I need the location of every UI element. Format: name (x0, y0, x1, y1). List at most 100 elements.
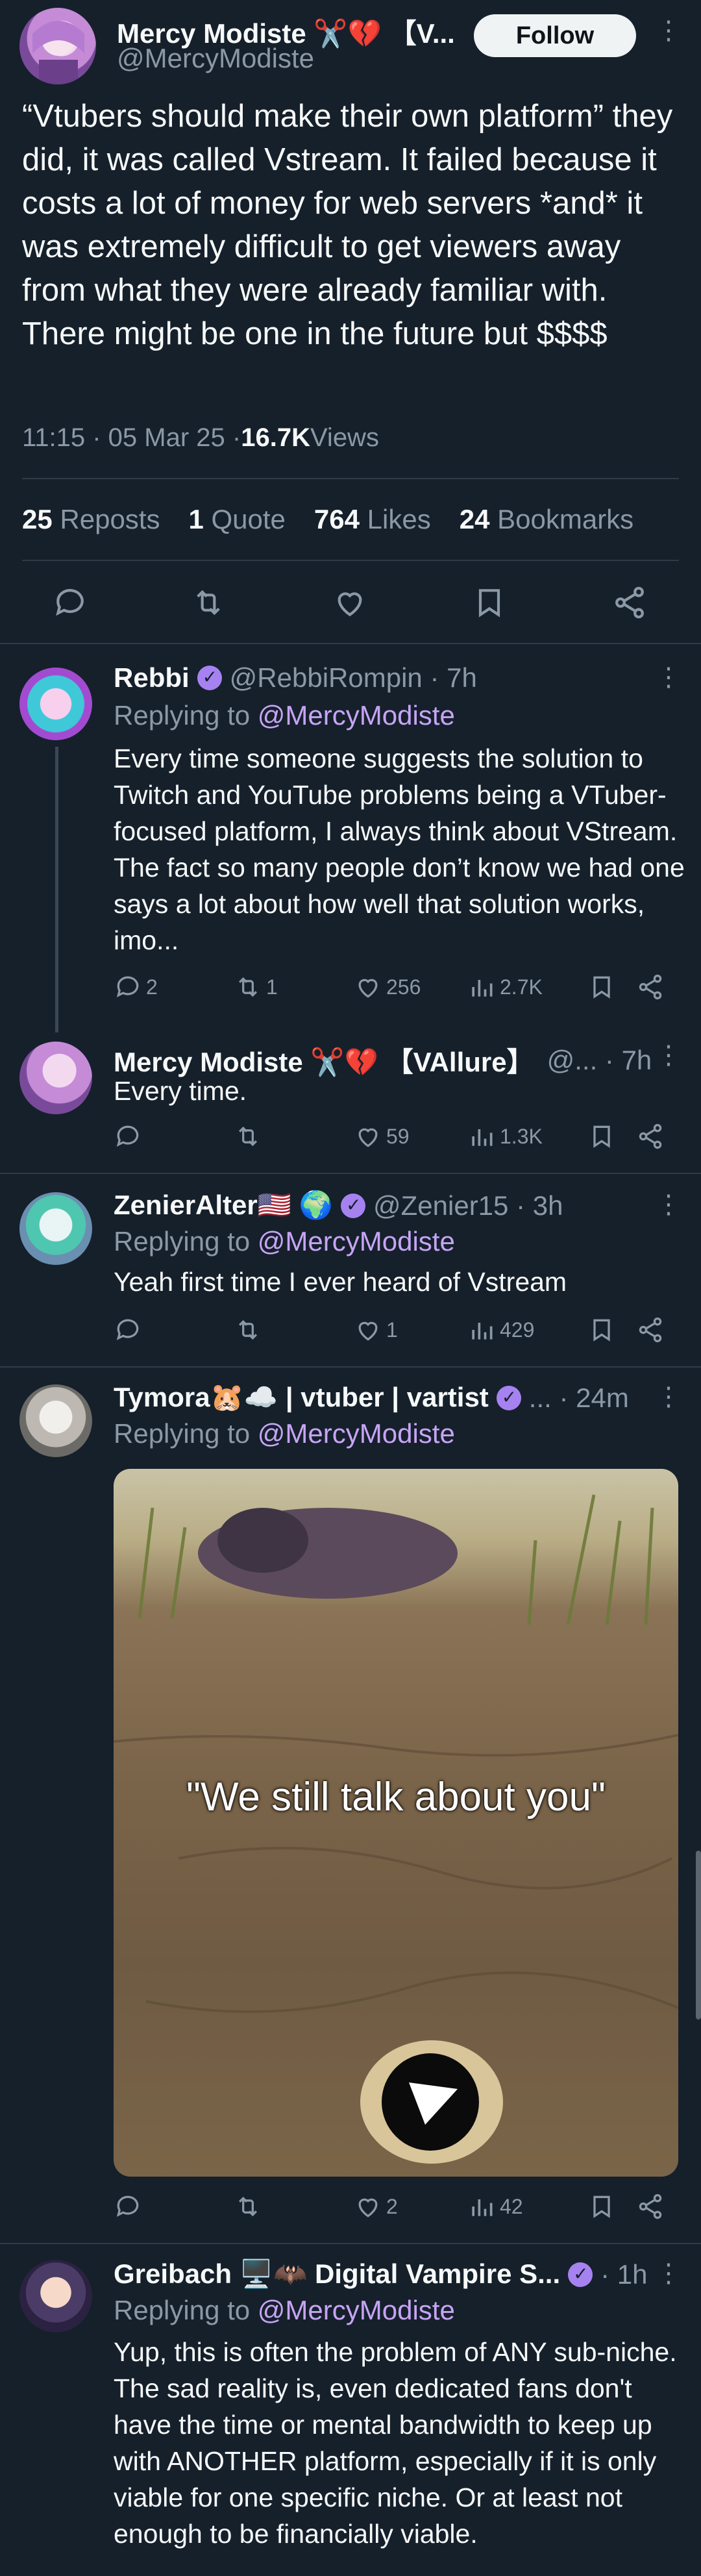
more-options-icon[interactable]: ⋮ (656, 1190, 682, 1219)
share-icon[interactable] (636, 1316, 665, 1344)
more-options-icon[interactable]: ⋮ (656, 1040, 682, 1070)
reply-icon[interactable] (52, 584, 88, 621)
divider (0, 1173, 701, 1174)
like-count: 256 (386, 975, 421, 999)
more-options-icon[interactable]: ⋮ (656, 16, 682, 45)
reply-avatar[interactable] (19, 1384, 92, 1457)
reply-icon[interactable]: 2 (114, 973, 158, 1001)
like-icon[interactable]: 2 (354, 2192, 398, 2221)
reply-header: ZenierAlter🇺🇸 🌍 @Zenier15 · 3h (114, 1190, 563, 1221)
bookmarks-label: Bookmarks (497, 504, 634, 534)
replying-to-handle[interactable]: @MercyModiste (258, 2295, 455, 2325)
replying-to-handle[interactable]: @MercyModiste (258, 700, 455, 731)
reply-avatar[interactable] (19, 1042, 92, 1114)
avatar-art (32, 21, 84, 84)
views-count: 429 (500, 1318, 535, 1342)
like-count: 2 (386, 2194, 398, 2218)
views-icon[interactable]: 2.7K (467, 973, 543, 1001)
engagement-stats: 25 Reposts 1 Quote 764 Likes 24 Bookmark… (22, 504, 633, 535)
reply-action-bar: 2 1 256 2.7K (114, 973, 672, 1009)
reply-author-handle[interactable]: · 1h (600, 2259, 647, 2290)
reply-header: Greibach 🖥️🦇 Digital Vampire S... · 1h (114, 2258, 648, 2290)
replying-to-handle[interactable]: @MercyModiste (258, 1226, 455, 1257)
meme-illustration (114, 1494, 678, 2164)
quotes-stat[interactable]: 1 Quote (188, 504, 285, 535)
share-icon[interactable] (611, 584, 648, 621)
verified-badge-icon (197, 666, 222, 690)
repost-icon[interactable] (234, 2192, 262, 2221)
repost-icon[interactable] (190, 584, 227, 621)
reply-author-handle[interactable]: @Zenier15 · 3h (373, 1190, 563, 1221)
likes-label: Likes (367, 504, 431, 534)
verified-badge-icon (341, 1193, 365, 1218)
bookmark-icon[interactable] (587, 973, 616, 1001)
views-label: Views (310, 423, 379, 452)
bookmark-icon[interactable] (587, 1316, 616, 1344)
reply-text: Yeah first time I ever heard of Vstream (114, 1267, 567, 1297)
quotes-label: Quote (211, 504, 286, 534)
follow-button[interactable]: Follow (474, 14, 636, 57)
divider (0, 2243, 701, 2244)
reply-icon[interactable] (114, 1316, 142, 1344)
reply-avatar[interactable] (19, 668, 92, 740)
share-icon[interactable] (636, 1122, 665, 1151)
reply-icon[interactable] (114, 1122, 142, 1151)
bookmark-icon[interactable] (587, 2192, 616, 2221)
reply-header: Tymora🐹☁️ | vtuber | vartist ... · 24m (114, 1382, 629, 1414)
scrollbar-thumb[interactable] (696, 1851, 701, 2020)
share-icon[interactable] (636, 2192, 665, 2221)
reply-text: Every time. (114, 1076, 247, 1106)
divider (0, 643, 701, 644)
verified-badge-icon (496, 1385, 521, 1410)
more-options-icon[interactable]: ⋮ (656, 1382, 682, 1412)
replying-to: Replying to @MercyModiste (114, 2295, 455, 2326)
reply-author-handle[interactable]: @RebbiRompin · 7h (230, 662, 477, 694)
reply-action-bar: 1 429 (114, 1316, 672, 1352)
thread-line (55, 747, 58, 1032)
reply-author-name[interactable]: Greibach 🖥️🦇 Digital Vampire S... (114, 2258, 560, 2290)
repost-icon[interactable] (234, 1316, 262, 1344)
reposts-count: 25 (22, 504, 53, 534)
reply-author-name[interactable]: ZenierAlter🇺🇸 🌍 (114, 1190, 333, 1221)
tweet-text: “Vtubers should make their own platform”… (22, 99, 673, 351)
reply-avatar[interactable] (19, 2260, 92, 2332)
like-count: 1 (386, 1318, 398, 1342)
reply-text: Yup, this is often the problem of ANY su… (114, 2337, 677, 2549)
replying-to: Replying to @MercyModiste (114, 1226, 455, 1257)
views-count: 42 (500, 2194, 523, 2218)
reply-avatar[interactable] (19, 1192, 92, 1265)
bookmark-icon[interactable] (587, 1122, 616, 1151)
like-icon[interactable]: 59 (354, 1122, 410, 1151)
repost-icon[interactable] (234, 1122, 262, 1151)
bookmarks-stat[interactable]: 24 Bookmarks (460, 504, 633, 535)
like-icon[interactable]: 256 (354, 973, 421, 1001)
reply-author-name[interactable]: Tymora🐹☁️ | vtuber | vartist (114, 1382, 489, 1414)
more-options-icon[interactable]: ⋮ (656, 662, 682, 692)
replying-prefix: Replying to (114, 700, 258, 731)
repost-icon[interactable]: 1 (234, 973, 278, 1001)
like-icon[interactable] (332, 584, 368, 621)
likes-stat[interactable]: 764 Likes (314, 504, 431, 535)
views-icon[interactable]: 429 (467, 1316, 534, 1344)
reply-author-name[interactable]: Rebbi (114, 662, 190, 694)
reply-text: Every time someone suggests the solution… (114, 744, 685, 955)
author-handle[interactable]: @MercyModiste (117, 43, 314, 74)
reply-count: 2 (146, 975, 158, 999)
like-icon[interactable]: 1 (354, 1316, 398, 1344)
reply-author-handle[interactable]: ... · 24m (529, 1382, 629, 1414)
reply-author-handle[interactable]: @... · 7h (547, 1045, 652, 1076)
views-icon[interactable]: 42 (467, 2192, 523, 2221)
reposts-stat[interactable]: 25 Reposts (22, 504, 160, 535)
replying-to: Replying to @MercyModiste (114, 700, 455, 731)
share-icon[interactable] (636, 973, 665, 1001)
more-options-icon[interactable]: ⋮ (656, 2258, 682, 2288)
replying-to-handle[interactable]: @MercyModiste (258, 1418, 455, 1449)
reply-image[interactable]: "We still talk about you" (114, 1469, 678, 2177)
reply-header: Rebbi @RebbiRompin · 7h (114, 662, 477, 694)
reply-icon[interactable] (114, 2192, 142, 2221)
tweet-time[interactable]: 11:15 · 05 Mar 25 · (22, 423, 241, 453)
bookmark-icon[interactable] (471, 584, 508, 621)
author-avatar[interactable] (19, 8, 96, 84)
views-icon[interactable]: 1.3K (467, 1122, 543, 1151)
replying-to: Replying to @MercyModiste (114, 1418, 455, 1449)
